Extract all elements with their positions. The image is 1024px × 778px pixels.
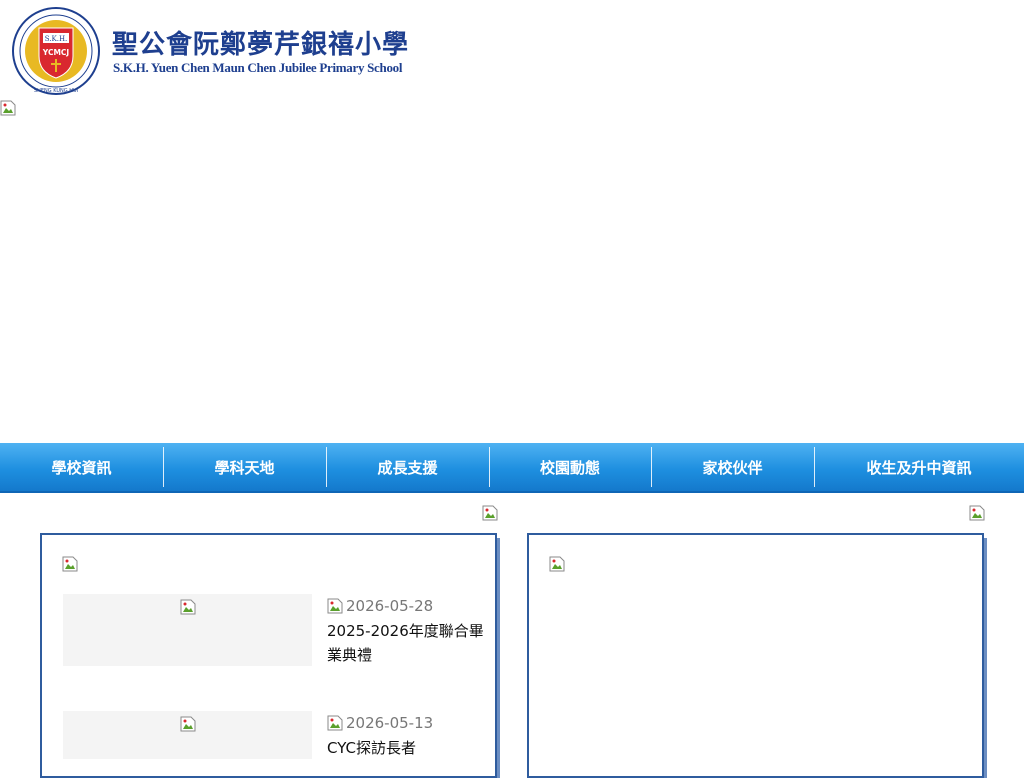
school-logo[interactable]: S.K.H. YCMCJ SHENG KUNG HUI [8, 6, 104, 96]
news-title[interactable]: 2025-2026年度聯合畢業典禮 [327, 619, 487, 667]
school-name-chinese: 聖公會阮鄭夢芹銀禧小學 [112, 30, 410, 60]
calendar-icon [327, 715, 343, 731]
nav-campus-news[interactable]: 校園動態 [489, 443, 651, 491]
broken-image-icon [0, 100, 16, 116]
broken-image-icon [180, 716, 196, 732]
calendar-icon [327, 598, 343, 614]
broken-image-icon [62, 556, 78, 572]
news-date: 2026-05-28 [346, 597, 434, 615]
site-header: S.K.H. YCMCJ SHENG KUNG HUI 聖公會阮鄭夢芹銀禧小學 … [0, 0, 1024, 100]
svg-text:S.K.H.: S.K.H. [45, 35, 68, 43]
svg-text:SHENG KUNG HUI: SHENG KUNG HUI [34, 88, 78, 94]
news-thumbnail[interactable] [63, 711, 312, 759]
news-thumbnail[interactable] [63, 594, 312, 666]
school-name-english: S.K.H. Yuen Chen Maun Chen Jubilee Prima… [113, 60, 403, 75]
broken-image-icon [969, 505, 985, 521]
main-navigation: 學校資訊 學科天地 成長支援 校園動態 家校伙伴 收生及升中資訊 [0, 443, 1024, 493]
svg-text:YCMCJ: YCMCJ [42, 48, 70, 57]
nav-admission[interactable]: 收生及升中資訊 [814, 443, 1024, 491]
hero-banner [0, 100, 1024, 443]
right-panel [527, 533, 984, 778]
broken-image-icon [549, 556, 565, 572]
nav-growth-support[interactable]: 成長支援 [326, 443, 489, 491]
nav-school-info[interactable]: 學校資訊 [0, 443, 163, 491]
news-panel: 2026-05-28 2025-2026年度聯合畢業典禮 2026-05-13 … [40, 533, 497, 778]
nav-subjects[interactable]: 學科天地 [163, 443, 326, 491]
broken-image-icon [180, 599, 196, 615]
nav-home-school[interactable]: 家校伙伴 [651, 443, 814, 491]
news-date: 2026-05-13 [346, 714, 434, 732]
news-title[interactable]: CYC探訪長者 [327, 736, 487, 760]
broken-image-icon [482, 505, 498, 521]
